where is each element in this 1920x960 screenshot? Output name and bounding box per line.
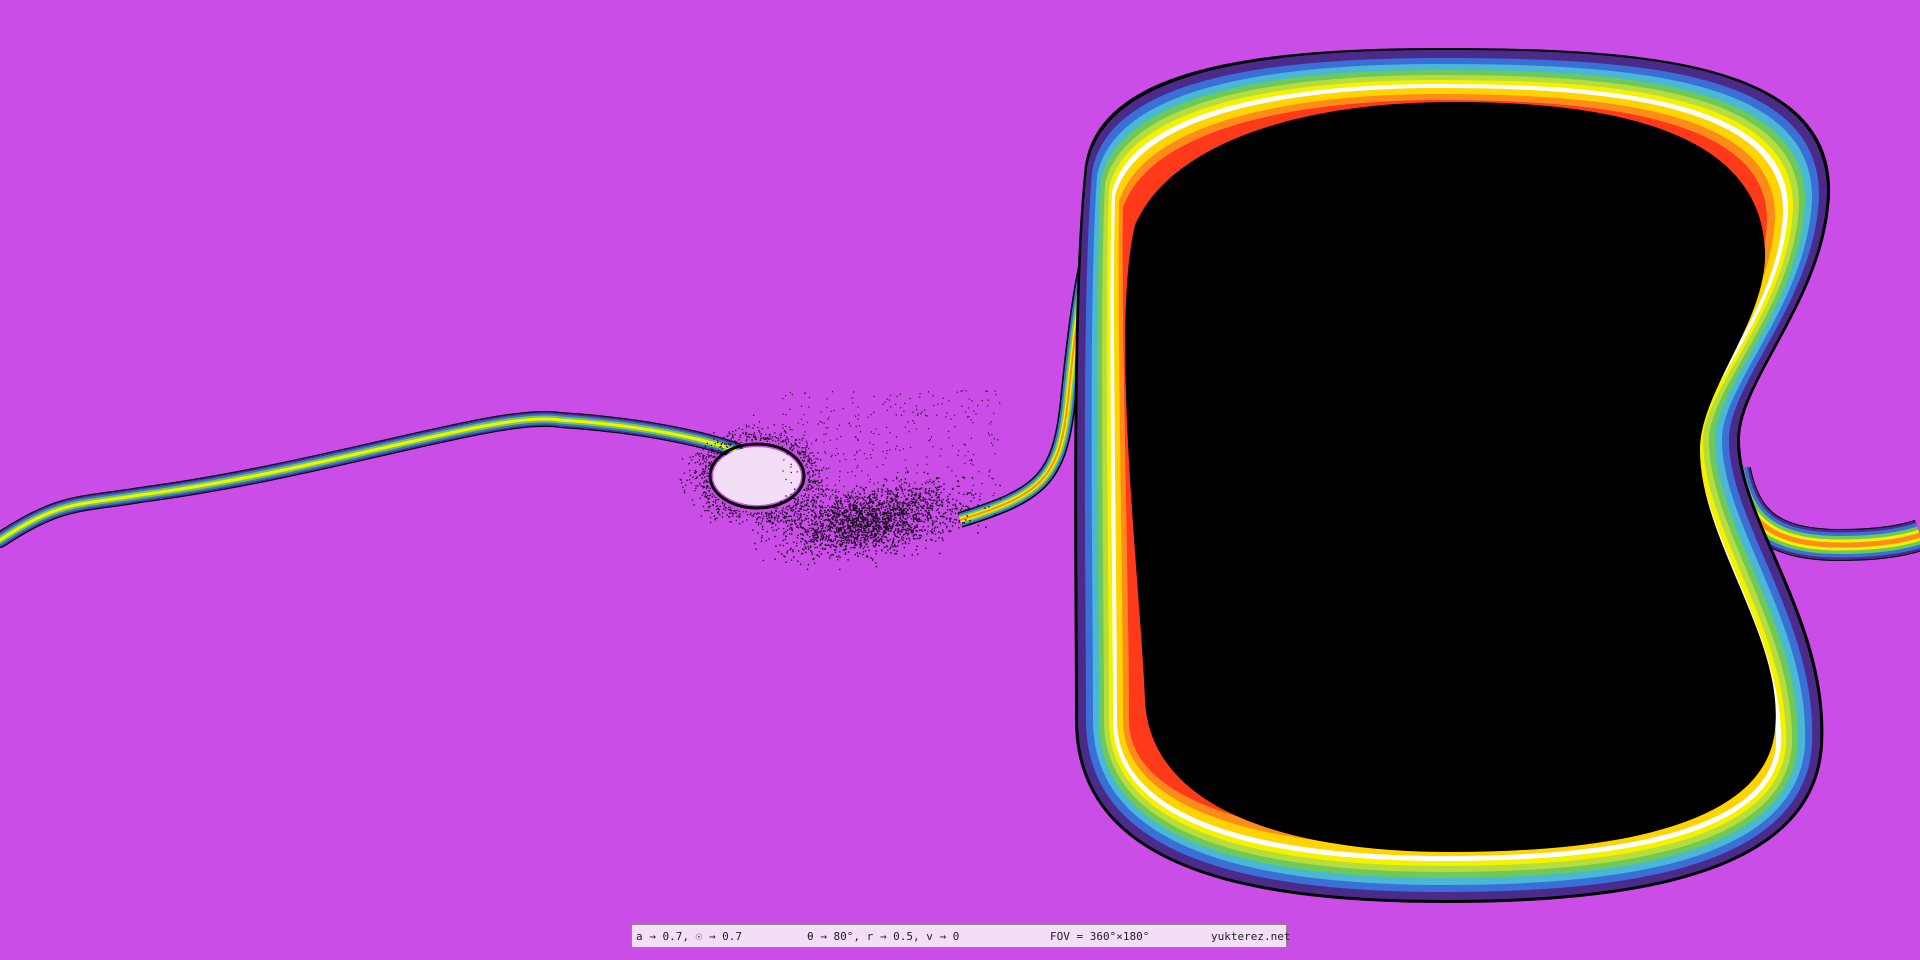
main-shadow-rings bbox=[1074, 48, 1831, 903]
status-bar: a → 0.7, ☉ → 0.7 θ → 80°, r → 0.5, v → 0… bbox=[631, 924, 1291, 948]
event-horizon-shadow bbox=[1125, 102, 1776, 852]
spin-parameters-label: a → 0.7, ☉ → 0.7 bbox=[636, 930, 742, 943]
small-lens-ring bbox=[708, 442, 806, 510]
fov-label: FOV = 360°×180° bbox=[1050, 930, 1150, 943]
site-credit-label: yukterez.net bbox=[1211, 930, 1291, 943]
black-hole-render bbox=[0, 0, 1920, 960]
view-parameters-label: θ → 80°, r → 0.5, v → 0 bbox=[807, 930, 960, 943]
